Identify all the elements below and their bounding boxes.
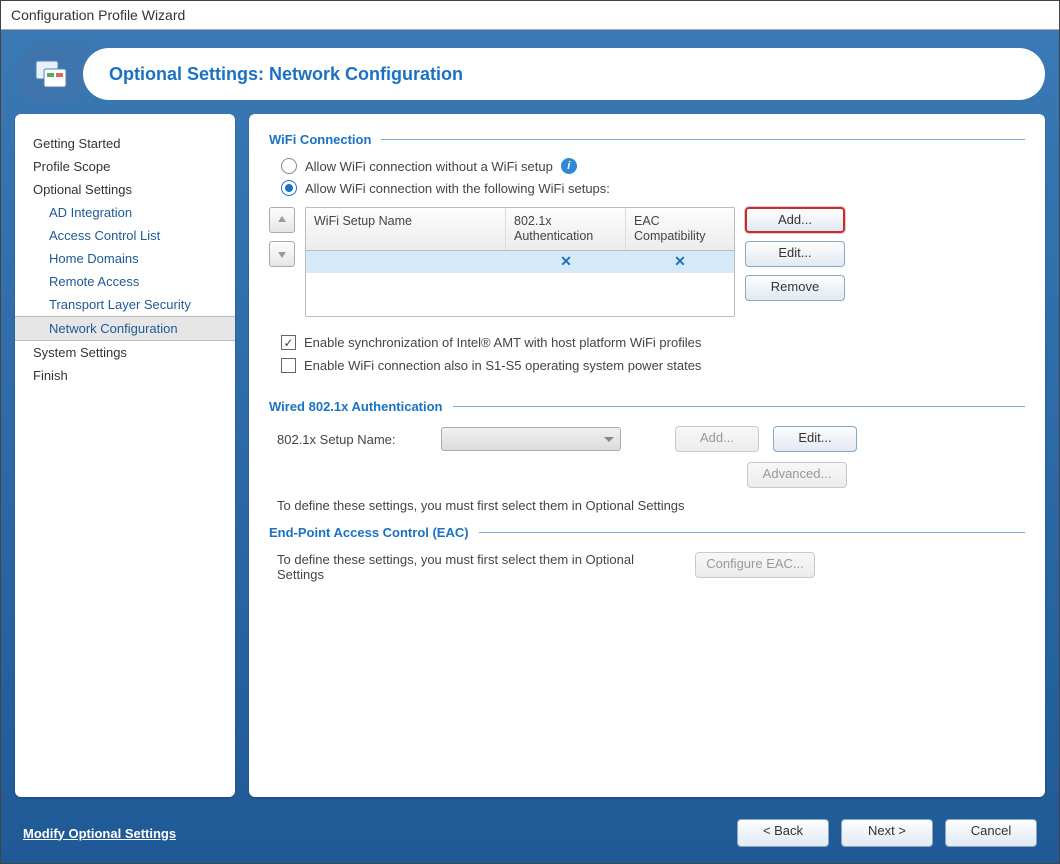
nav-item-profile-scope[interactable]: Profile Scope xyxy=(15,155,235,178)
wired-row: 802.1x Setup Name: Add... Edit... xyxy=(269,422,1025,456)
nav-item-optional-settings[interactable]: Optional Settings xyxy=(15,178,235,201)
wired-add-button: Add... xyxy=(675,426,759,452)
wizard-window: Configuration Profile Wizard Optional Se… xyxy=(0,0,1060,864)
radio-with-setups-row[interactable]: Allow WiFi connection with the following… xyxy=(269,177,1025,199)
s1s5-checkbox[interactable] xyxy=(281,358,296,373)
cell-auth: ✕ xyxy=(506,251,626,273)
configure-eac-button: Configure EAC... xyxy=(695,552,815,578)
modify-optional-link[interactable]: Modify Optional Settings xyxy=(23,826,176,841)
cancel-button[interactable]: Cancel xyxy=(945,819,1037,847)
col-auth: 802.1x Authentication xyxy=(506,208,626,250)
eac-note: To define these settings, you must first… xyxy=(277,552,677,582)
wired-note: To define these settings, you must first… xyxy=(269,494,789,521)
window-title: Configuration Profile Wizard xyxy=(1,1,1059,30)
s1s5-check-row[interactable]: Enable WiFi connection also in S1-S5 ope… xyxy=(269,354,1025,377)
move-up-button[interactable] xyxy=(269,207,295,233)
cell-eac: ✕ xyxy=(626,251,734,273)
columns: Getting StartedProfile ScopeOptional Set… xyxy=(1,114,1059,807)
wifi-grid-row: WiFi Setup Name 802.1x Authentication EA… xyxy=(269,207,1025,317)
wifi-setup-table[interactable]: WiFi Setup Name 802.1x Authentication EA… xyxy=(305,207,735,317)
wifi-buttons: Add... Edit... Remove xyxy=(745,207,845,317)
section-wifi: WiFi Connection xyxy=(269,132,1025,147)
nav-item-remote-access[interactable]: Remote Access xyxy=(15,270,235,293)
wifi-remove-button[interactable]: Remove xyxy=(745,275,845,301)
radio-with-setups-label: Allow WiFi connection with the following… xyxy=(305,181,610,196)
footer-buttons: < Back Next > Cancel xyxy=(737,819,1037,847)
wizard-icon xyxy=(15,44,87,104)
header-row: Optional Settings: Network Configuration xyxy=(1,30,1059,114)
eac-row: To define these settings, you must first… xyxy=(269,548,1025,586)
footer: Modify Optional Settings < Back Next > C… xyxy=(1,807,1059,863)
section-wifi-title: WiFi Connection xyxy=(269,132,371,147)
cell-name xyxy=(306,251,506,273)
section-eac: End-Point Access Control (EAC) xyxy=(269,525,1025,540)
app-body: Optional Settings: Network Configuration… xyxy=(1,30,1059,863)
next-button[interactable]: Next > xyxy=(841,819,933,847)
divider xyxy=(453,406,1026,407)
header-card: Optional Settings: Network Configuration xyxy=(15,44,1045,104)
wired-setup-combo[interactable] xyxy=(441,427,621,451)
nav-item-finish[interactable]: Finish xyxy=(15,364,235,387)
arrow-down-icon xyxy=(276,248,288,260)
s1s5-check-label: Enable WiFi connection also in S1-S5 ope… xyxy=(304,358,701,373)
nav-item-access-control-list[interactable]: Access Control List xyxy=(15,224,235,247)
wifi-table-header: WiFi Setup Name 802.1x Authentication EA… xyxy=(306,208,734,251)
wired-setup-label: 802.1x Setup Name: xyxy=(277,432,427,447)
wifi-edit-button[interactable]: Edit... xyxy=(745,241,845,267)
section-wired-title: Wired 802.1x Authentication xyxy=(269,399,443,414)
header-pill: Optional Settings: Network Configuration xyxy=(83,48,1045,100)
nav-item-network-configuration[interactable]: Network Configuration xyxy=(15,316,235,341)
sync-checkbox[interactable] xyxy=(281,335,296,350)
divider xyxy=(479,532,1025,533)
arrow-up-icon xyxy=(276,214,288,226)
move-down-button[interactable] xyxy=(269,241,295,267)
section-eac-title: End-Point Access Control (EAC) xyxy=(269,525,469,540)
page-title: Optional Settings: Network Configuration xyxy=(109,64,463,85)
divider xyxy=(381,139,1025,140)
table-row[interactable]: ✕ ✕ xyxy=(306,251,734,273)
sync-check-label: Enable synchronization of Intel® AMT wit… xyxy=(304,335,701,350)
col-eac: EAC Compatibility xyxy=(626,208,734,250)
advanced-row: Advanced... xyxy=(269,456,849,494)
wired-edit-button[interactable]: Edit... xyxy=(773,426,857,452)
nav-item-home-domains[interactable]: Home Domains xyxy=(15,247,235,270)
radio-no-setup-row[interactable]: Allow WiFi connection without a WiFi set… xyxy=(269,155,1025,177)
nav-item-ad-integration[interactable]: AD Integration xyxy=(15,201,235,224)
nav-item-transport-layer-security[interactable]: Transport Layer Security xyxy=(15,293,235,316)
section-wired: Wired 802.1x Authentication xyxy=(269,399,1025,414)
reorder-arrows xyxy=(269,207,295,317)
sync-check-row[interactable]: Enable synchronization of Intel® AMT wit… xyxy=(269,331,1025,354)
x-icon: ✕ xyxy=(674,253,686,269)
wired-advanced-button: Advanced... xyxy=(747,462,847,488)
info-icon[interactable]: i xyxy=(561,158,577,174)
col-name: WiFi Setup Name xyxy=(306,208,506,250)
nav-item-system-settings[interactable]: System Settings xyxy=(15,341,235,364)
back-button[interactable]: < Back xyxy=(737,819,829,847)
content-panel: WiFi Connection Allow WiFi connection wi… xyxy=(249,114,1045,797)
nav-item-getting-started[interactable]: Getting Started xyxy=(15,132,235,155)
wizard-nav: Getting StartedProfile ScopeOptional Set… xyxy=(15,114,235,797)
radio-no-setup-label: Allow WiFi connection without a WiFi set… xyxy=(305,159,553,174)
x-icon: ✕ xyxy=(560,253,572,269)
radio-with-setups[interactable] xyxy=(281,180,297,196)
radio-no-setup[interactable] xyxy=(281,158,297,174)
wifi-add-button[interactable]: Add... xyxy=(745,207,845,233)
